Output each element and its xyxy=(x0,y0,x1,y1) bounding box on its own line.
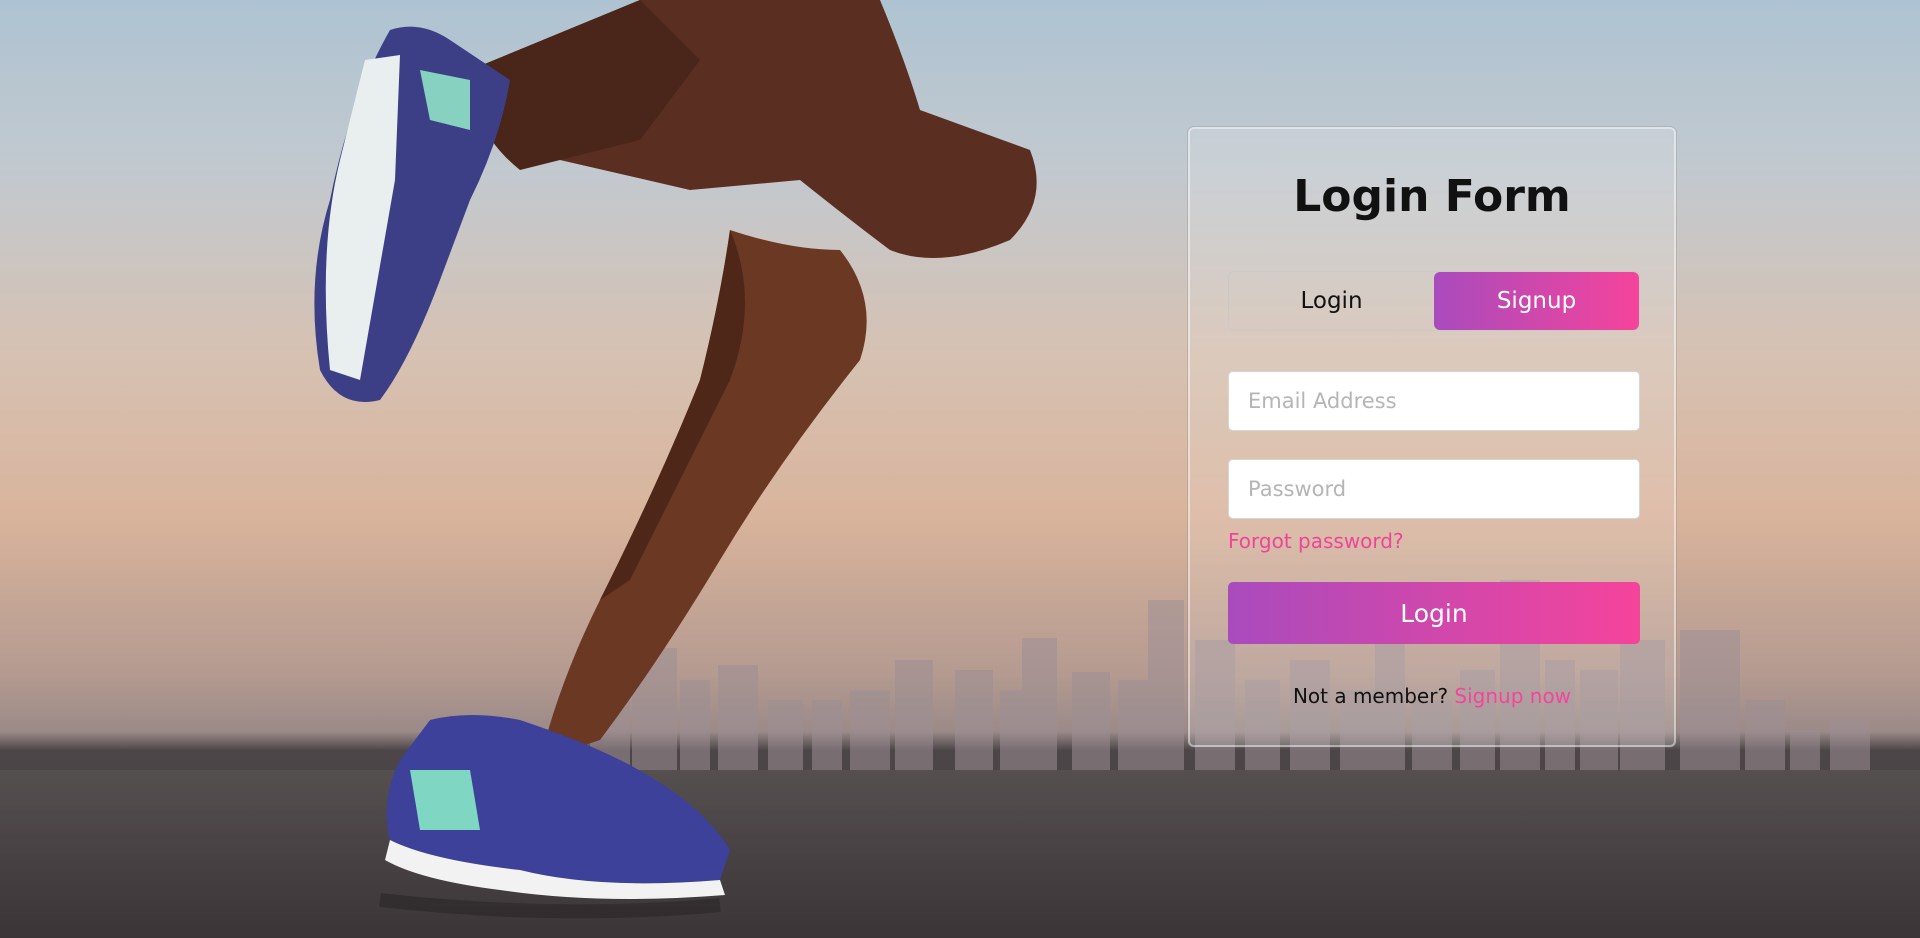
signup-prompt: Not a member? Signup now xyxy=(1190,684,1674,708)
not-member-text: Not a member? xyxy=(1292,684,1449,708)
tab-login[interactable]: Login xyxy=(1229,272,1434,330)
runner-illustration xyxy=(314,0,1037,919)
auth-tabs: Login Signup xyxy=(1228,271,1640,331)
email-field[interactable] xyxy=(1228,371,1640,431)
login-card: Login Form Login Signup Forgot password?… xyxy=(1188,127,1676,747)
forgot-password-link[interactable]: Forgot password? xyxy=(1228,529,1404,553)
tab-signup[interactable]: Signup xyxy=(1434,272,1639,330)
signup-now-link[interactable]: Signup now xyxy=(1454,684,1571,708)
login-page: Login Form Login Signup Forgot password?… xyxy=(0,0,1920,938)
form-title: Login Form xyxy=(1293,171,1571,222)
login-button[interactable]: Login xyxy=(1228,582,1640,644)
password-field[interactable] xyxy=(1228,459,1640,519)
